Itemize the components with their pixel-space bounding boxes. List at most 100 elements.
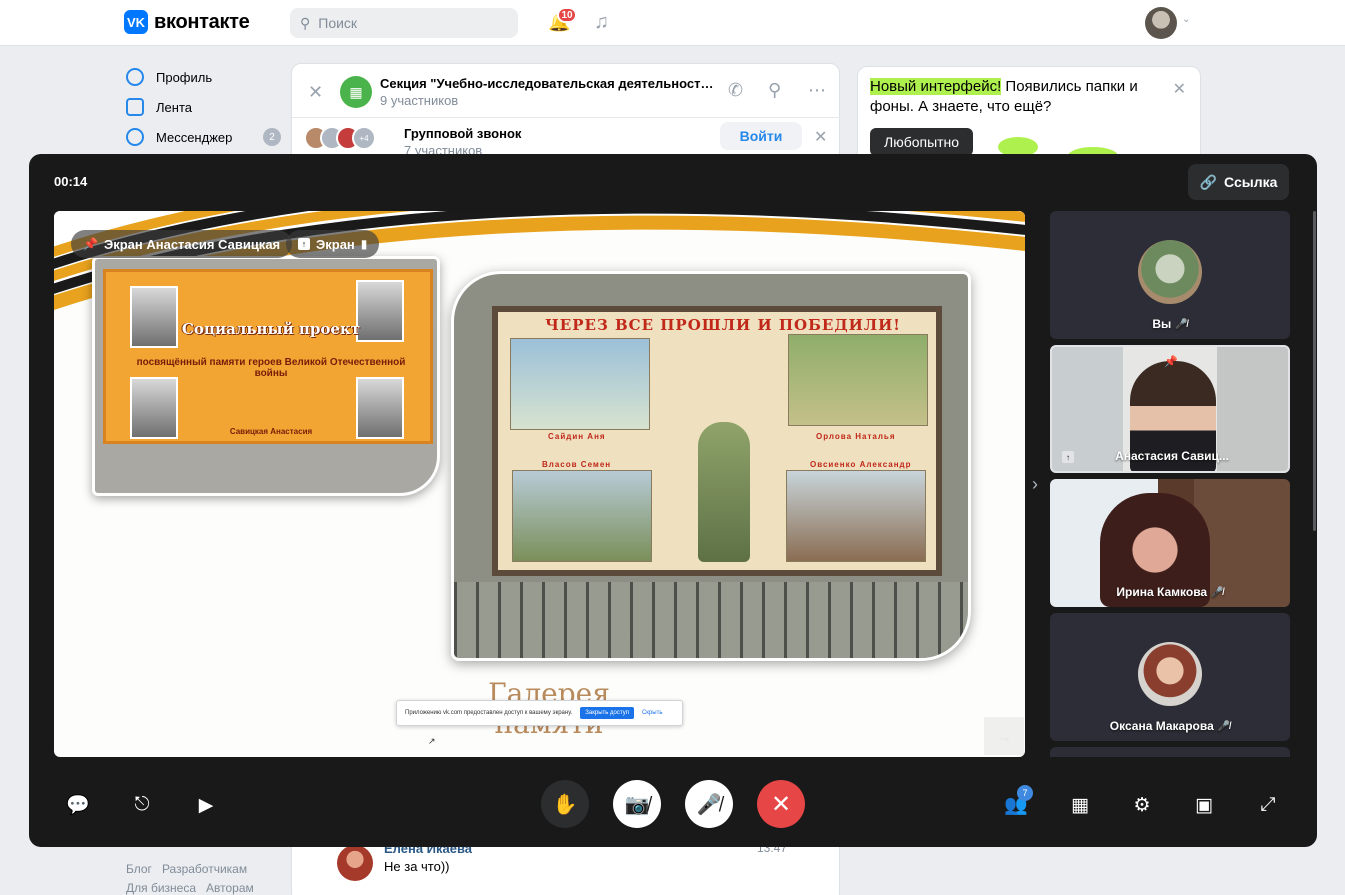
participant-tile[interactable]: Оксана Макарова 🎤̸	[1050, 613, 1290, 741]
screen-share-view[interactable]: Социальный проект посвящённый памяти гер…	[54, 211, 1025, 757]
promo-button[interactable]: Любопытно	[870, 128, 974, 156]
hide-notice-link[interactable]: Скрыть	[642, 710, 662, 716]
footer-links: Блог Разработчикам Для бизнеса Авторам	[126, 860, 264, 895]
avatar[interactable]	[337, 845, 373, 881]
participants-scrollbar[interactable]	[1313, 211, 1316, 531]
participant-name: Оксана Макарова 🎤̸	[1050, 719, 1290, 733]
layout-icon[interactable]: ▣	[1191, 794, 1217, 816]
drawing	[512, 470, 652, 562]
poster-right: ЧЕРЕЗ ВСЕ ПРОШЛИ И ПОБЕДИЛИ! Сайдин Аня …	[492, 306, 942, 576]
mic-off-icon: 🎤̸	[1175, 318, 1188, 330]
chat-header: ✕ ▦ Секция "Учебно-исследовательская дея…	[292, 64, 841, 118]
drawing	[788, 334, 928, 426]
vk-logo-icon: VK	[124, 10, 148, 34]
participant-tile[interactable]: Вы 🎤̸	[1050, 211, 1290, 339]
call-window: 00:14 🔗 Ссылка Социальный проект посвящё…	[29, 154, 1317, 847]
poster-left-title: Социальный проект	[181, 320, 361, 338]
share-screen-icon[interactable]: ⎋	[129, 794, 155, 816]
more-icon[interactable]: ⋯	[808, 80, 826, 101]
participant-name-text: Анастасия Савиц...	[1115, 449, 1229, 463]
camera-off-icon: 📷̸	[624, 793, 650, 816]
fullscreen-icon[interactable]: ⤢	[1255, 794, 1281, 816]
drawing-caption: Овсиенко Александр	[810, 460, 912, 469]
record-icon[interactable]: ▶	[193, 794, 219, 816]
gear-icon[interactable]: ⚙	[1129, 794, 1155, 816]
avatar	[1138, 642, 1202, 706]
notifications-badge: 10	[557, 7, 577, 23]
stop-sharing-button[interactable]: Закрыть доступ	[580, 707, 634, 719]
nav-item-label: Лента	[156, 99, 192, 115]
participants-count-badge: 7	[1017, 785, 1033, 801]
search-placeholder: Поиск	[318, 15, 358, 31]
calendar-icon: ▦	[340, 76, 372, 108]
link-icon: 🔗	[1199, 173, 1218, 190]
camera-off-button[interactable]: 📷̸	[613, 780, 661, 828]
mic-off-icon: 🎤̸	[1217, 720, 1231, 732]
share-screen-icon: ↑	[298, 238, 310, 250]
participant-name-text: Вы	[1152, 317, 1172, 331]
hand-icon: ✋	[552, 793, 578, 816]
messenger-badge: 2	[263, 128, 281, 146]
top-bar: VK вконтакте ⚲ Поиск 🔔 10 ♫ ⌄	[0, 0, 1345, 46]
user-avatar[interactable]	[1145, 7, 1177, 39]
screen-owner-pill[interactable]: 📌 Экран Анастасия Савицкая	[71, 230, 293, 258]
phone-icon[interactable]: ✆	[728, 80, 743, 101]
drawing-caption: Власов Семен	[542, 460, 612, 469]
participant-tile[interactable]: Ирина Камкова 🎤̸	[1050, 479, 1290, 607]
chat-title[interactable]: Секция "Учебно-исследовательская деятель…	[380, 76, 720, 91]
nav-item-messenger[interactable]: Мессенджер 2	[126, 122, 281, 152]
mic-off-icon: 🎤̸	[1211, 586, 1224, 598]
camera-icon: ▮	[360, 237, 368, 251]
participant-tile[interactable]	[1050, 747, 1290, 757]
feed-icon	[126, 98, 144, 116]
search-icon[interactable]: ⚲	[768, 80, 781, 101]
drawing	[510, 338, 650, 430]
participant-name-text: Оксана Макарова	[1109, 719, 1214, 733]
grid-icon[interactable]: ▦	[1067, 794, 1093, 816]
pin-icon: 📌	[83, 237, 98, 251]
mic-off-button[interactable]: 🎤̸	[685, 780, 733, 828]
group-call-strip: +4 Групповой звонок 7 участников Войти ✕	[292, 118, 841, 158]
copy-link-button[interactable]: 🔗 Ссылка	[1188, 164, 1289, 200]
nav-item-feed[interactable]: Лента	[126, 92, 281, 122]
participants-list: Вы 🎤̸ 📌 ↑ Анастасия Савиц... Ирина Камко…	[1050, 211, 1290, 757]
arrow-right-icon[interactable]: →	[984, 717, 1024, 755]
message-text: Не за что))	[384, 859, 450, 874]
group-call-title: Групповой звонок	[404, 126, 522, 141]
participant-name-text: Ирина Камкова	[1116, 585, 1208, 599]
portrait	[130, 286, 178, 348]
close-icon[interactable]: ✕	[308, 82, 323, 103]
footer-link[interactable]: Разработчикам	[162, 862, 247, 876]
screen-toggle-pill[interactable]: ↑ Экран ▮	[286, 230, 380, 258]
cursor-icon: ↗	[428, 736, 436, 746]
close-icon[interactable]: ✕	[814, 127, 827, 147]
close-icon[interactable]: ✕	[1173, 79, 1186, 99]
pin-icon[interactable]: 📌	[1164, 355, 1178, 368]
chevron-right-icon[interactable]: ›	[1032, 474, 1038, 495]
copy-link-label: Ссылка	[1224, 174, 1278, 190]
vk-logo-text: вконтакте	[154, 10, 250, 33]
chat-icon[interactable]: 💬	[65, 794, 91, 816]
chat-members[interactable]: 9 участников	[380, 93, 458, 108]
raise-hand-button[interactable]: ✋	[541, 780, 589, 828]
footer-link[interactable]: Для бизнеса	[126, 881, 196, 895]
footer-link[interactable]: Авторам	[206, 881, 254, 895]
footer-link[interactable]: Блог	[126, 862, 152, 876]
message-icon	[126, 128, 144, 146]
nav-item-profile[interactable]: Профиль	[126, 62, 281, 92]
join-call-button[interactable]: Войти	[720, 122, 802, 150]
end-call-button[interactable]: ✕	[757, 780, 805, 828]
drawing-caption: Орлова Наталья	[816, 432, 896, 441]
participant-name: Анастасия Савиц...	[1052, 449, 1288, 463]
search-input[interactable]: ⚲ Поиск	[290, 8, 518, 38]
participant-name: Ирина Камкова 🎤̸	[1050, 585, 1290, 599]
vk-logo[interactable]: VK вконтакте	[124, 10, 250, 34]
participant-name: Вы 🎤̸	[1050, 317, 1290, 331]
participant-tile-active[interactable]: 📌 ↑ Анастасия Савиц...	[1050, 345, 1290, 473]
poster-left-subtitle: посвящённый памяти героев Великой Отечес…	[136, 357, 406, 379]
photo-left: Социальный проект посвящённый памяти гер…	[92, 256, 440, 496]
soldier-drawing	[698, 422, 750, 562]
music-icon[interactable]: ♫	[594, 11, 609, 34]
nav-item-label: Мессенджер	[156, 129, 233, 145]
chevron-down-icon[interactable]: ⌄	[1182, 14, 1190, 25]
